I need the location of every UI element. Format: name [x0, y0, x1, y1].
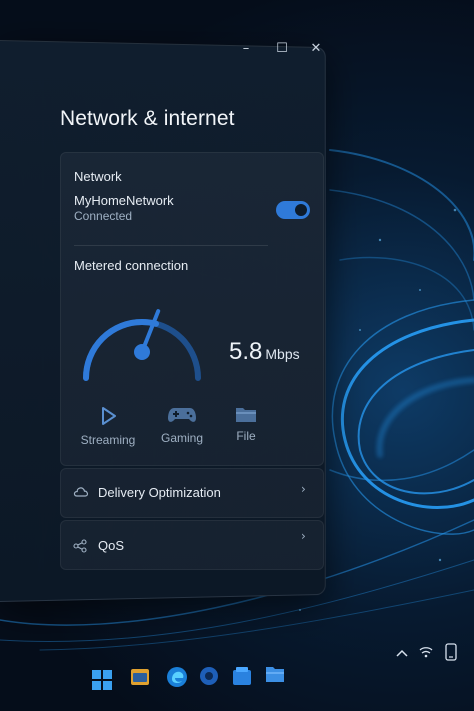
speed-readout: 5.8 Mbps	[229, 338, 300, 366]
usage-label: Streaming	[80, 433, 136, 447]
usage-file[interactable]: File	[226, 405, 266, 443]
cloud-icon	[73, 487, 89, 497]
gauge-hub	[134, 344, 150, 360]
maximize-button[interactable]: ☐	[268, 38, 296, 58]
page-title: Network & internet	[60, 107, 235, 130]
windows-start-icon[interactable]	[92, 670, 112, 690]
network-heading: Network	[74, 169, 122, 184]
divider	[74, 245, 268, 246]
qos-label: QoS	[98, 538, 125, 553]
speed-value: 5.8	[229, 338, 263, 365]
usage-streaming[interactable]: Streaming	[76, 405, 140, 447]
store-icon[interactable]	[232, 666, 252, 686]
gamepad-icon	[168, 408, 196, 422]
play-icon	[102, 407, 116, 425]
chevron-up-icon[interactable]	[396, 648, 408, 658]
share-icon	[73, 539, 87, 553]
toggle-knob	[295, 204, 307, 216]
network-toggle[interactable]	[276, 201, 310, 219]
metered-connection-label: Metered connection	[74, 258, 189, 273]
chevron-right-icon: ›	[301, 529, 306, 543]
wifi-icon[interactable]	[418, 645, 434, 659]
close-button[interactable]: ✕	[302, 38, 330, 58]
edge-icon[interactable]	[166, 666, 188, 688]
chevron-right-icon: ›	[301, 482, 306, 496]
usage-label: File	[236, 429, 256, 443]
explorer-icon[interactable]	[130, 667, 150, 687]
network-status: Connected	[74, 209, 133, 223]
folder-icon[interactable]	[265, 664, 285, 684]
minimize-button[interactable]: –	[232, 38, 260, 58]
folder-icon	[236, 408, 256, 422]
delivery-optimization-label: Delivery Optimization	[98, 485, 221, 500]
desktop: – ☐ ✕ Network & internet Network MyHomeN…	[0, 0, 474, 711]
usage-gaming[interactable]: Gaming	[152, 405, 212, 445]
phone-icon[interactable]	[444, 643, 458, 661]
app-icon[interactable]	[199, 666, 219, 686]
network-name: MyHomeNetwork	[74, 193, 174, 208]
speed-unit: Mbps	[265, 346, 300, 362]
usage-label: Gaming	[160, 431, 204, 445]
speed-gauge	[83, 309, 201, 381]
